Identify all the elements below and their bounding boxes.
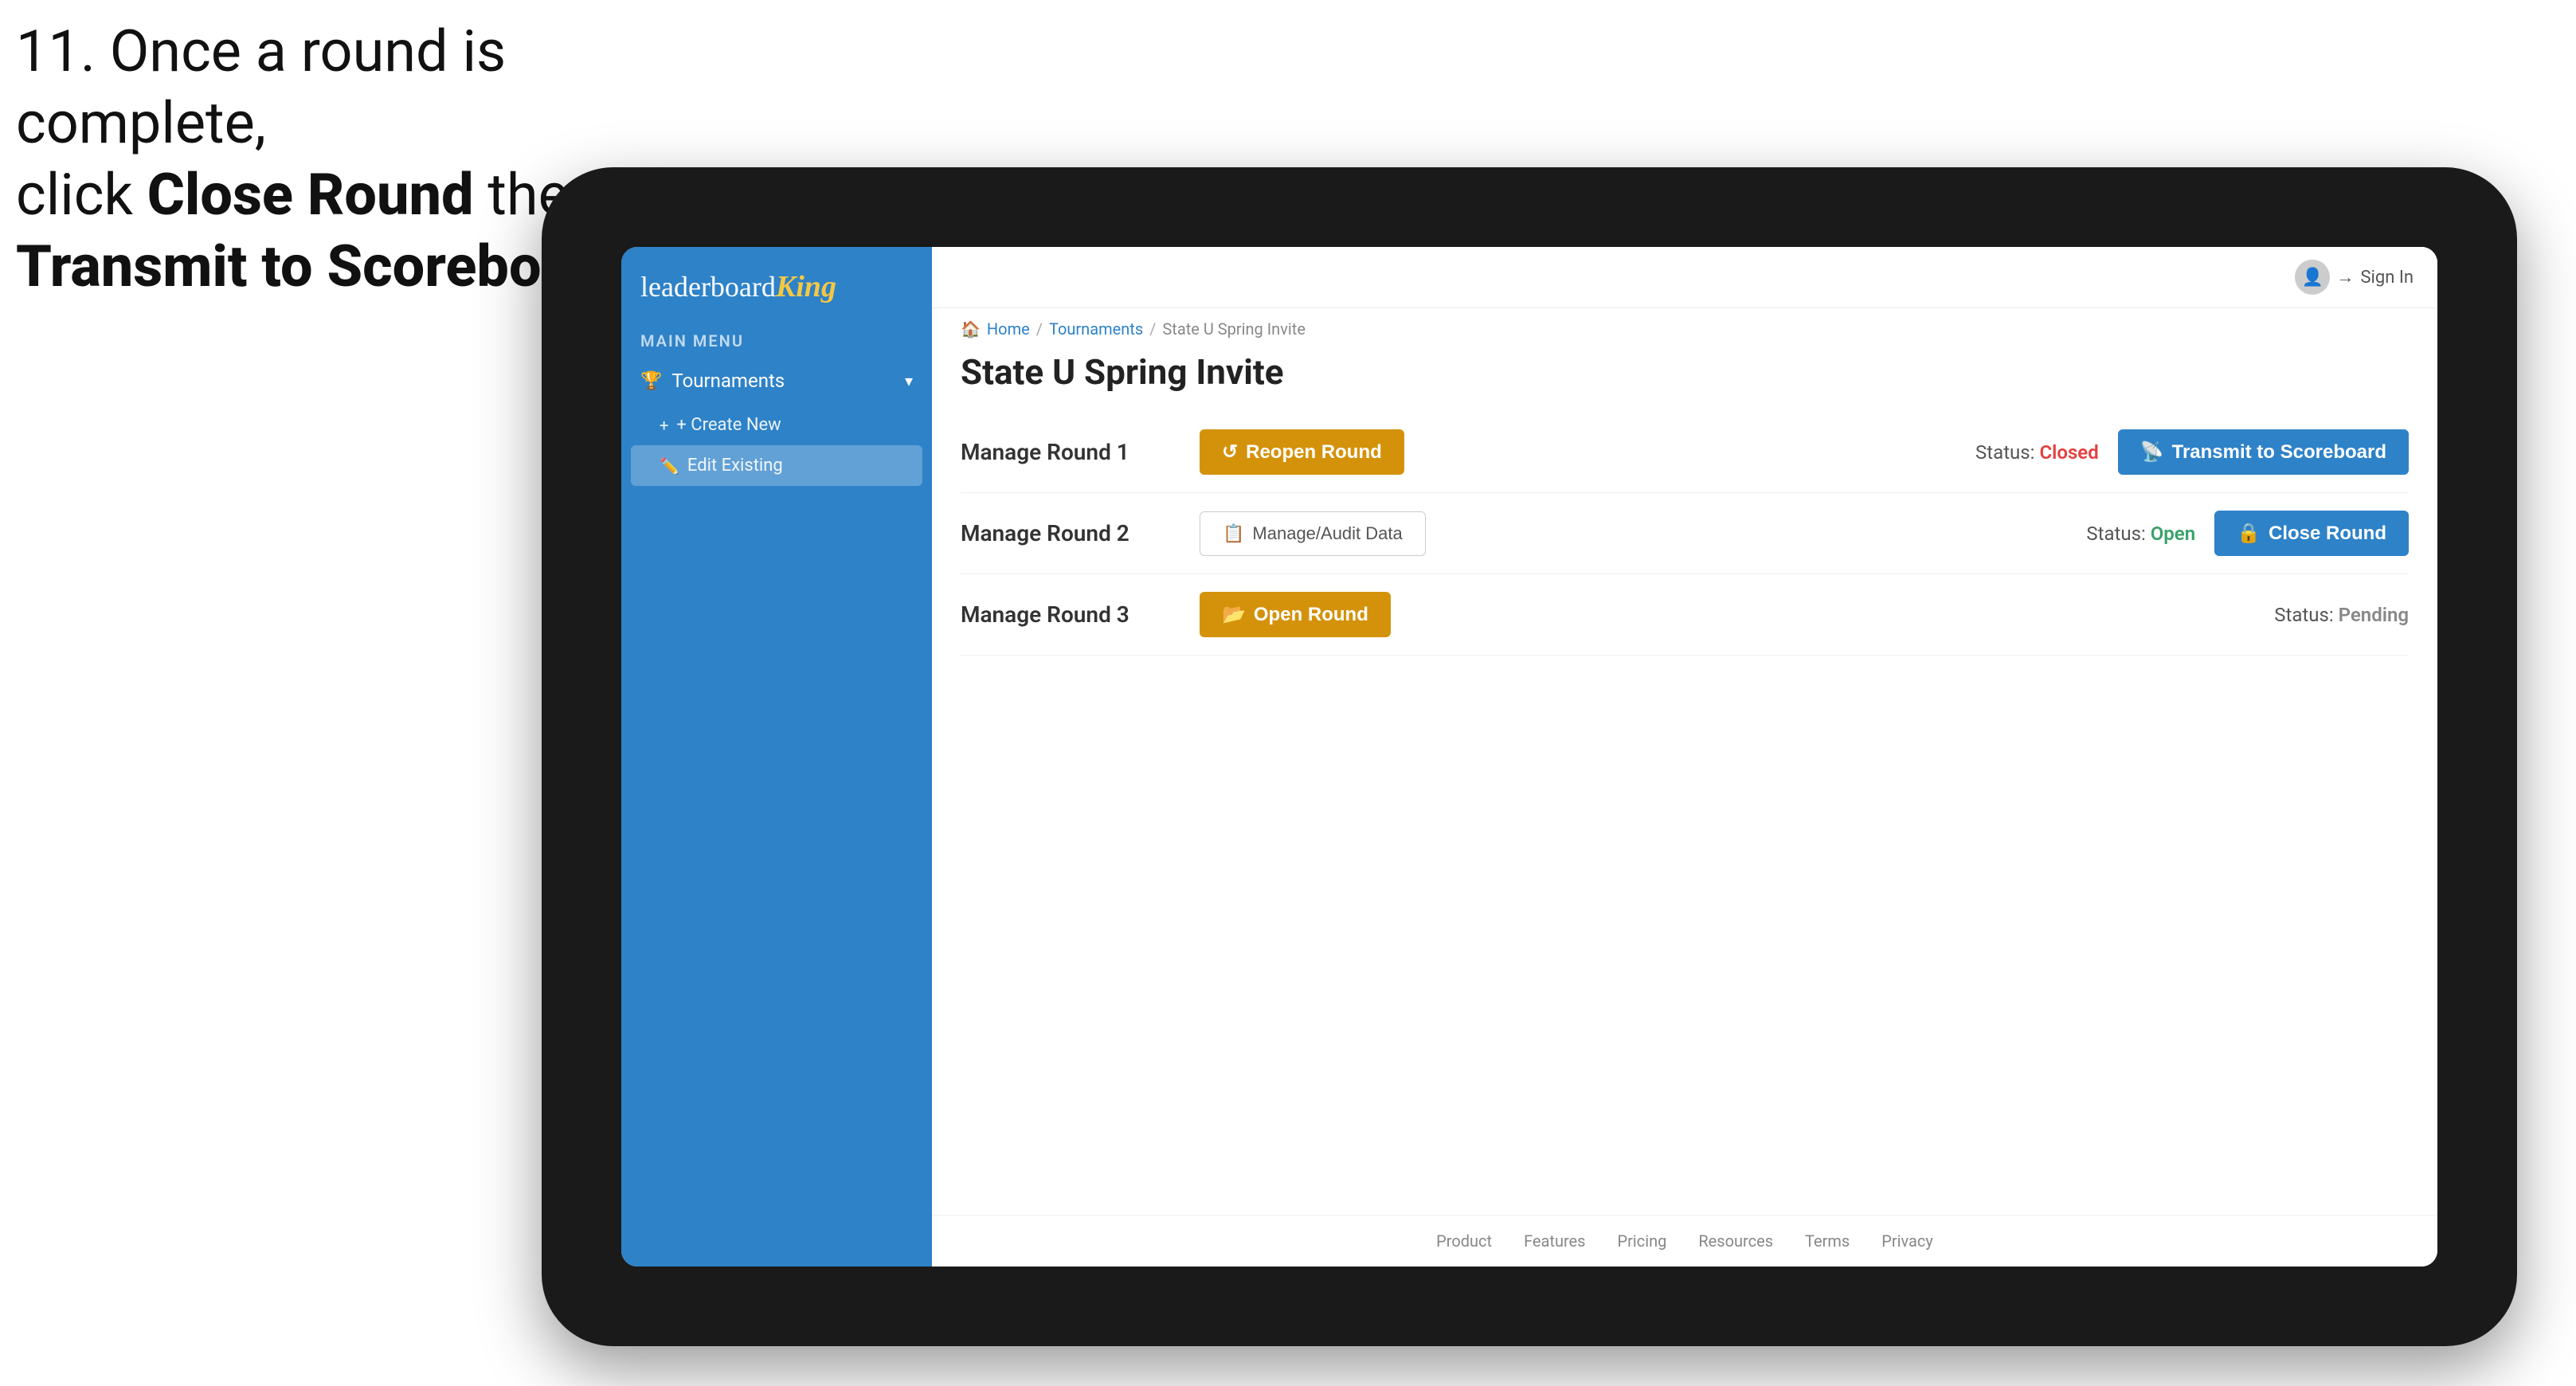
tablet-device: leaderboardKing MAIN MENU 🏆 Tournaments … bbox=[542, 167, 2517, 1346]
round-1-left: Manage Round 1 ↺ Reopen Round bbox=[961, 429, 1404, 475]
round-1-status: Status: Closed bbox=[1975, 441, 2099, 464]
breadcrumb: 🏠 Home / Tournaments / State U Spring In… bbox=[932, 308, 2437, 343]
reopen-round-button[interactable]: ↺ Reopen Round bbox=[1200, 429, 1404, 475]
trophy-icon: 🏆 bbox=[640, 371, 662, 391]
reopen-round-label: Reopen Round bbox=[1246, 441, 1382, 464]
sidebar-item-create-new[interactable]: + + Create New bbox=[621, 405, 932, 445]
breadcrumb-home-link[interactable]: Home bbox=[987, 319, 1030, 339]
transmit-scoreboard-label: Transmit to Scoreboard bbox=[2172, 441, 2386, 464]
footer-product[interactable]: Product bbox=[1436, 1231, 1492, 1251]
content-area: Manage Round 1 ↺ Reopen Round Status: Cl… bbox=[932, 412, 2437, 1215]
round-1-section: Manage Round 1 ↺ Reopen Round Status: Cl… bbox=[961, 412, 2409, 493]
sidebar-logo: leaderboardKing bbox=[621, 247, 932, 320]
round-2-title: Manage Round 2 bbox=[961, 520, 1184, 546]
breadcrumb-sep2: / bbox=[1149, 319, 1156, 339]
user-avatar: 👤 bbox=[2295, 260, 2330, 295]
round-1-right: Status: Closed 📡 Transmit to Scoreboard bbox=[1975, 429, 2409, 475]
round-3-left: Manage Round 3 📂 Open Round bbox=[961, 592, 1391, 637]
round-3-right: Status: Pending bbox=[2274, 604, 2409, 626]
page-title: State U Spring Invite bbox=[932, 343, 2437, 412]
breadcrumb-home-icon: 🏠 bbox=[961, 319, 981, 339]
round-2-status-value: Open bbox=[2151, 523, 2195, 545]
create-new-label: + Create New bbox=[676, 415, 781, 435]
round-2-status-label: Status: bbox=[2086, 523, 2145, 545]
round-2-status: Status: Open bbox=[2086, 523, 2195, 545]
round-2-right: Status: Open 🔒 Close Round bbox=[2086, 511, 2409, 556]
open-icon: 📂 bbox=[1222, 603, 1246, 626]
open-round-button[interactable]: 📂 Open Round bbox=[1200, 592, 1391, 637]
round-2-left: Manage Round 2 📋 Manage/Audit Data bbox=[961, 511, 1426, 556]
sidebar: leaderboardKing MAIN MENU 🏆 Tournaments … bbox=[621, 247, 932, 1267]
sidebar-item-tournaments[interactable]: 🏆 Tournaments ▾ bbox=[621, 357, 932, 405]
footer: Product Features Pricing Resources Terms… bbox=[932, 1215, 2437, 1267]
sign-in-button[interactable]: 👤 → Sign In bbox=[2295, 260, 2414, 295]
round-3-section: Manage Round 3 📂 Open Round Status: Pend… bbox=[961, 574, 2409, 656]
lock-icon: 🔒 bbox=[2237, 522, 2261, 545]
round-3-status: Status: Pending bbox=[2274, 604, 2409, 626]
sign-in-label: → bbox=[2336, 267, 2354, 288]
instruction-line1: 11. Once a round is complete, bbox=[16, 18, 506, 157]
app-layout: leaderboardKing MAIN MENU 🏆 Tournaments … bbox=[621, 247, 2437, 1267]
footer-pricing[interactable]: Pricing bbox=[1617, 1231, 1666, 1251]
round-1-status-label: Status: bbox=[1975, 441, 2034, 464]
manage-audit-label: Manage/Audit Data bbox=[1252, 523, 1402, 544]
round-3-status-value: Pending bbox=[2339, 604, 2409, 626]
sidebar-item-edit-existing[interactable]: ✏️ Edit Existing bbox=[631, 445, 922, 486]
edit-icon: ✏️ bbox=[660, 456, 679, 476]
logo: leaderboardKing bbox=[640, 269, 913, 304]
round-3-title: Manage Round 3 bbox=[961, 601, 1184, 628]
footer-terms[interactable]: Terms bbox=[1805, 1231, 1850, 1251]
audit-icon: 📋 bbox=[1223, 523, 1244, 544]
breadcrumb-tournaments-link[interactable]: Tournaments bbox=[1049, 319, 1143, 339]
tablet-screen: leaderboardKing MAIN MENU 🏆 Tournaments … bbox=[621, 247, 2437, 1267]
top-bar: 👤 → Sign In bbox=[932, 247, 2437, 308]
breadcrumb-sep1: / bbox=[1036, 319, 1043, 339]
logo-leaderboard-text: leaderboard bbox=[640, 271, 776, 303]
round-1-status-value: Closed bbox=[2039, 441, 2098, 464]
chevron-down-icon: ▾ bbox=[905, 371, 913, 390]
round-2-section: Manage Round 2 📋 Manage/Audit Data Statu… bbox=[961, 493, 2409, 574]
sidebar-tournaments-label: Tournaments bbox=[671, 370, 785, 392]
breadcrumb-current: State U Spring Invite bbox=[1162, 319, 1306, 339]
sign-in-text: Sign In bbox=[2360, 268, 2414, 288]
logo-king-text: King bbox=[776, 270, 836, 303]
round-3-status-label: Status: bbox=[2274, 604, 2333, 626]
plus-icon: + bbox=[660, 416, 668, 435]
footer-privacy[interactable]: Privacy bbox=[1881, 1231, 1933, 1251]
main-menu-label: MAIN MENU bbox=[621, 320, 932, 357]
edit-existing-label: Edit Existing bbox=[687, 456, 783, 476]
manage-audit-button[interactable]: 📋 Manage/Audit Data bbox=[1200, 511, 1426, 556]
reopen-icon: ↺ bbox=[1222, 440, 1238, 464]
footer-features[interactable]: Features bbox=[1524, 1231, 1585, 1251]
round-1-title: Manage Round 1 bbox=[961, 439, 1184, 465]
instruction-line2-bold: Close Round bbox=[147, 161, 474, 229]
transmit-scoreboard-button[interactable]: 📡 Transmit to Scoreboard bbox=[2118, 429, 2409, 475]
main-content: 👤 → Sign In 🏠 Home / Tournaments / State… bbox=[932, 247, 2437, 1267]
close-round-label: Close Round bbox=[2269, 523, 2386, 545]
instruction-line2-plain: click bbox=[16, 161, 147, 229]
close-round-button[interactable]: 🔒 Close Round bbox=[2214, 511, 2409, 556]
transmit-icon: 📡 bbox=[2140, 440, 2164, 464]
footer-resources[interactable]: Resources bbox=[1698, 1231, 1773, 1251]
open-round-label: Open Round bbox=[1254, 604, 1368, 626]
